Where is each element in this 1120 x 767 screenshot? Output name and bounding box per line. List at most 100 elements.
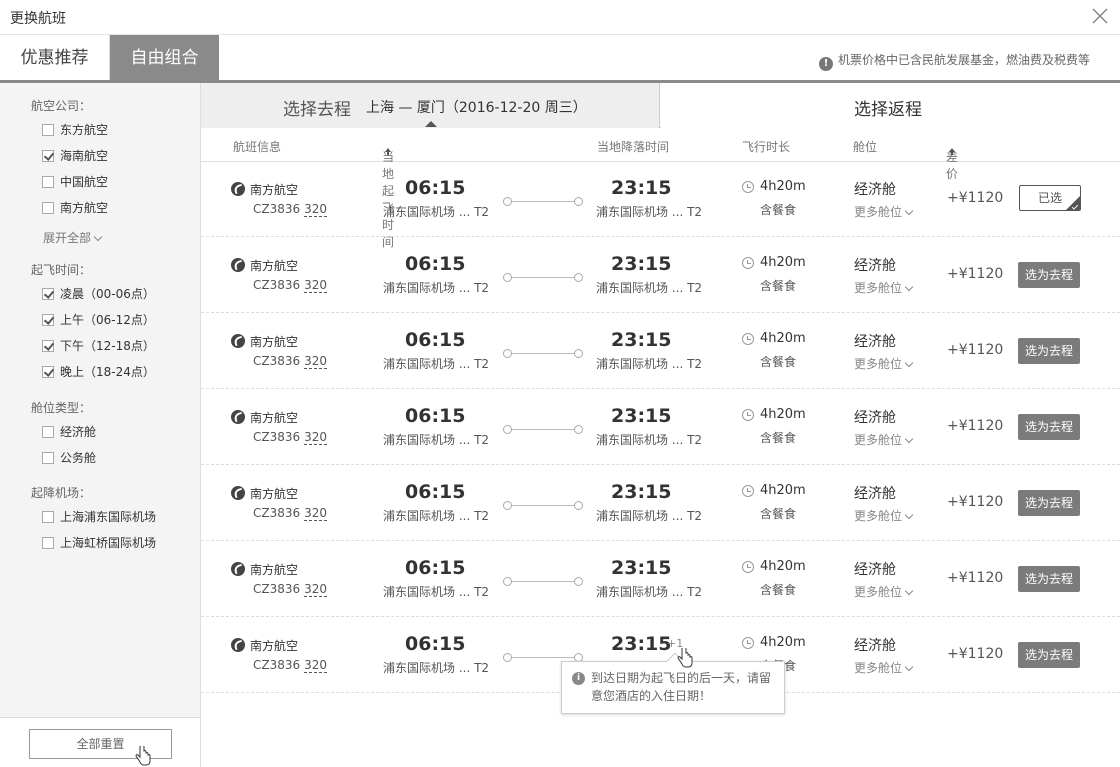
next-day-tooltip: i 到达日期为起飞日的后一天，请留意您酒店的入住日期！ <box>561 652 785 714</box>
departure-time: 06:15 <box>405 557 466 579</box>
filter-cabin-0[interactable]: 经济舱 <box>42 424 96 440</box>
more-cabins-link[interactable]: 更多舱位 <box>854 279 914 296</box>
departure-time: 06:15 <box>405 329 466 351</box>
more-cabins-label: 更多舱位 <box>854 509 903 523</box>
filter-time-2[interactable]: 下午（12-18点） <box>42 338 155 354</box>
col-arr-time[interactable]: 当地降落时间 <box>597 138 669 155</box>
departure-airport: 浦东国际机场 ... T2 <box>383 281 490 295</box>
filter-time-1[interactable]: 上午（06-12点） <box>42 312 155 328</box>
aircraft-type[interactable]: 320 <box>304 582 328 597</box>
price-notice-text: 机票价格中已含民航发展基金，燃油费及税费等 <box>837 53 1090 67</box>
flight-row: 南方航空 CZ3836 320 06:15 浦东国际机场 ... T2 23:15 浦东国际… <box>201 541 1120 617</box>
filter-airline-1[interactable]: 海南航空 <box>42 148 108 164</box>
aircraft-type[interactable]: 320 <box>304 506 328 521</box>
checkbox-checked[interactable] <box>42 314 54 326</box>
filter-cabin-1[interactable]: 公务舱 <box>42 450 96 466</box>
checkbox[interactable] <box>42 511 54 523</box>
select-outbound-button[interactable]: 选为去程 <box>1018 262 1080 288</box>
checkbox-checked[interactable] <box>42 150 54 162</box>
route-line <box>503 653 583 662</box>
arrival-airport: 浦东国际机场 ... T2 <box>596 433 703 447</box>
filter-airport-1[interactable]: 上海虹桥国际机场 <box>42 535 156 551</box>
tab-promo[interactable]: 优惠推荐 <box>0 35 110 80</box>
clock-icon <box>742 485 754 497</box>
arrival-time: 23:15 <box>611 329 672 351</box>
filter-time-0[interactable]: 凌晨（00-06点） <box>42 286 155 302</box>
select-outbound-button[interactable]: 选为去程 <box>1018 338 1080 364</box>
flight-number: CZ3836 320 <box>253 354 328 369</box>
more-cabins-link[interactable]: 更多舱位 <box>854 431 914 448</box>
price-difference: +¥1120 <box>947 418 1004 434</box>
more-cabins-link[interactable]: 更多舱位 <box>854 507 914 524</box>
checkbox[interactable] <box>42 426 54 438</box>
airport-filter-heading: 起降机场： <box>31 486 92 500</box>
airline-logo-icon <box>231 562 245 576</box>
departure-time: 06:15 <box>405 633 466 655</box>
more-cabins-link[interactable]: 更多舱位 <box>854 355 914 372</box>
select-outbound-button[interactable]: 选为去程 <box>1018 414 1080 440</box>
filter-time-3[interactable]: 晚上（18-24点） <box>42 364 155 380</box>
filter-airline-0[interactable]: 东方航空 <box>42 122 108 138</box>
meal-info: 含餐食 <box>760 431 797 445</box>
checkbox[interactable] <box>42 202 54 214</box>
aircraft-type[interactable]: 320 <box>304 430 328 445</box>
aircraft-type[interactable]: 320 <box>304 354 328 369</box>
checkbox-checked[interactable] <box>42 366 54 378</box>
filter-label: 中国航空 <box>60 175 109 189</box>
aircraft-type[interactable]: 320 <box>304 278 328 293</box>
checkbox[interactable] <box>42 124 54 136</box>
arrival-time: 23:15 <box>611 253 672 275</box>
flight-number: CZ3836 320 <box>253 506 328 521</box>
checkbox[interactable] <box>42 176 54 188</box>
select-outbound-button[interactable]: 选为去程 <box>1018 566 1080 592</box>
tab-return[interactable]: 选择返程 <box>661 83 1120 128</box>
flight-row: 南方航空 CZ3836 320 06:15 浦东国际机场 ... T2 23:15 浦东国际… <box>201 161 1120 237</box>
more-cabins-label: 更多舱位 <box>854 433 903 447</box>
checkbox[interactable] <box>42 452 54 464</box>
aircraft-type[interactable]: 320 <box>304 202 328 217</box>
col-cabin: 舱位 <box>853 140 878 154</box>
filter-label: 经济舱 <box>60 425 97 439</box>
select-outbound-button[interactable]: 选为去程 <box>1018 642 1080 668</box>
filter-airport-0[interactable]: 上海浦东国际机场 <box>42 509 156 525</box>
route-line <box>503 273 583 282</box>
departure-airport: 浦东国际机场 ... T2 <box>383 357 490 371</box>
aircraft-type[interactable]: 320 <box>304 658 328 673</box>
filter-airline-2[interactable]: 中国航空 <box>42 174 108 190</box>
cabin-class: 经济舱 <box>854 334 896 350</box>
select-outbound-button[interactable]: 选为去程 <box>1018 490 1080 516</box>
more-cabins-label: 更多舱位 <box>854 585 903 599</box>
expand-all-link[interactable]: 展开全部 <box>43 229 103 246</box>
outbound-label: 选择去程 <box>283 100 351 120</box>
more-cabins-link[interactable]: 更多舱位 <box>854 203 914 220</box>
meal-info: 含餐食 <box>760 279 797 293</box>
outbound-route: 上海 — 厦门（2016-12-20 周三） <box>366 100 587 116</box>
checkbox-checked[interactable] <box>42 340 54 352</box>
top-tabs: 优惠推荐 自由组合 ! 机票价格中已含民航发展基金，燃油费及税费等 <box>0 35 1120 83</box>
sort-asc-icon <box>385 148 391 155</box>
more-cabins-link[interactable]: 更多舱位 <box>854 583 914 600</box>
chevron-down-icon <box>904 358 914 368</box>
flight-code: CZ3836 <box>253 354 301 368</box>
airline-filter-heading: 航空公司： <box>31 99 92 113</box>
price-difference: +¥1120 <box>947 266 1004 282</box>
chevron-down-icon <box>93 232 103 242</box>
filter-airline-3[interactable]: 南方航空 <box>42 200 108 216</box>
flight-duration: 4h20m <box>760 255 806 270</box>
tab-outbound[interactable]: 选择去程 上海 — 厦门（2016-12-20 周三） <box>201 83 660 128</box>
info-icon: i <box>572 672 585 685</box>
flight-duration: 4h20m <box>760 483 806 498</box>
checkbox-checked[interactable] <box>42 288 54 300</box>
tab-custom[interactable]: 自由组合 <box>110 35 219 80</box>
flight-code: CZ3836 <box>253 202 301 216</box>
airline-name: 南方航空 <box>250 639 299 653</box>
hand-cursor-icon <box>135 746 151 766</box>
cabin-filter-heading: 舱位类型： <box>31 401 92 415</box>
sort-asc-icon <box>949 148 955 155</box>
sidebar-footer: 全部重置 <box>0 717 200 767</box>
dialog-title: 更换航班 <box>10 11 66 27</box>
close-icon[interactable] <box>1090 6 1110 26</box>
checkbox[interactable] <box>42 537 54 549</box>
selected-button[interactable]: 已选 <box>1019 185 1081 211</box>
more-cabins-link[interactable]: 更多舱位 <box>854 659 914 676</box>
